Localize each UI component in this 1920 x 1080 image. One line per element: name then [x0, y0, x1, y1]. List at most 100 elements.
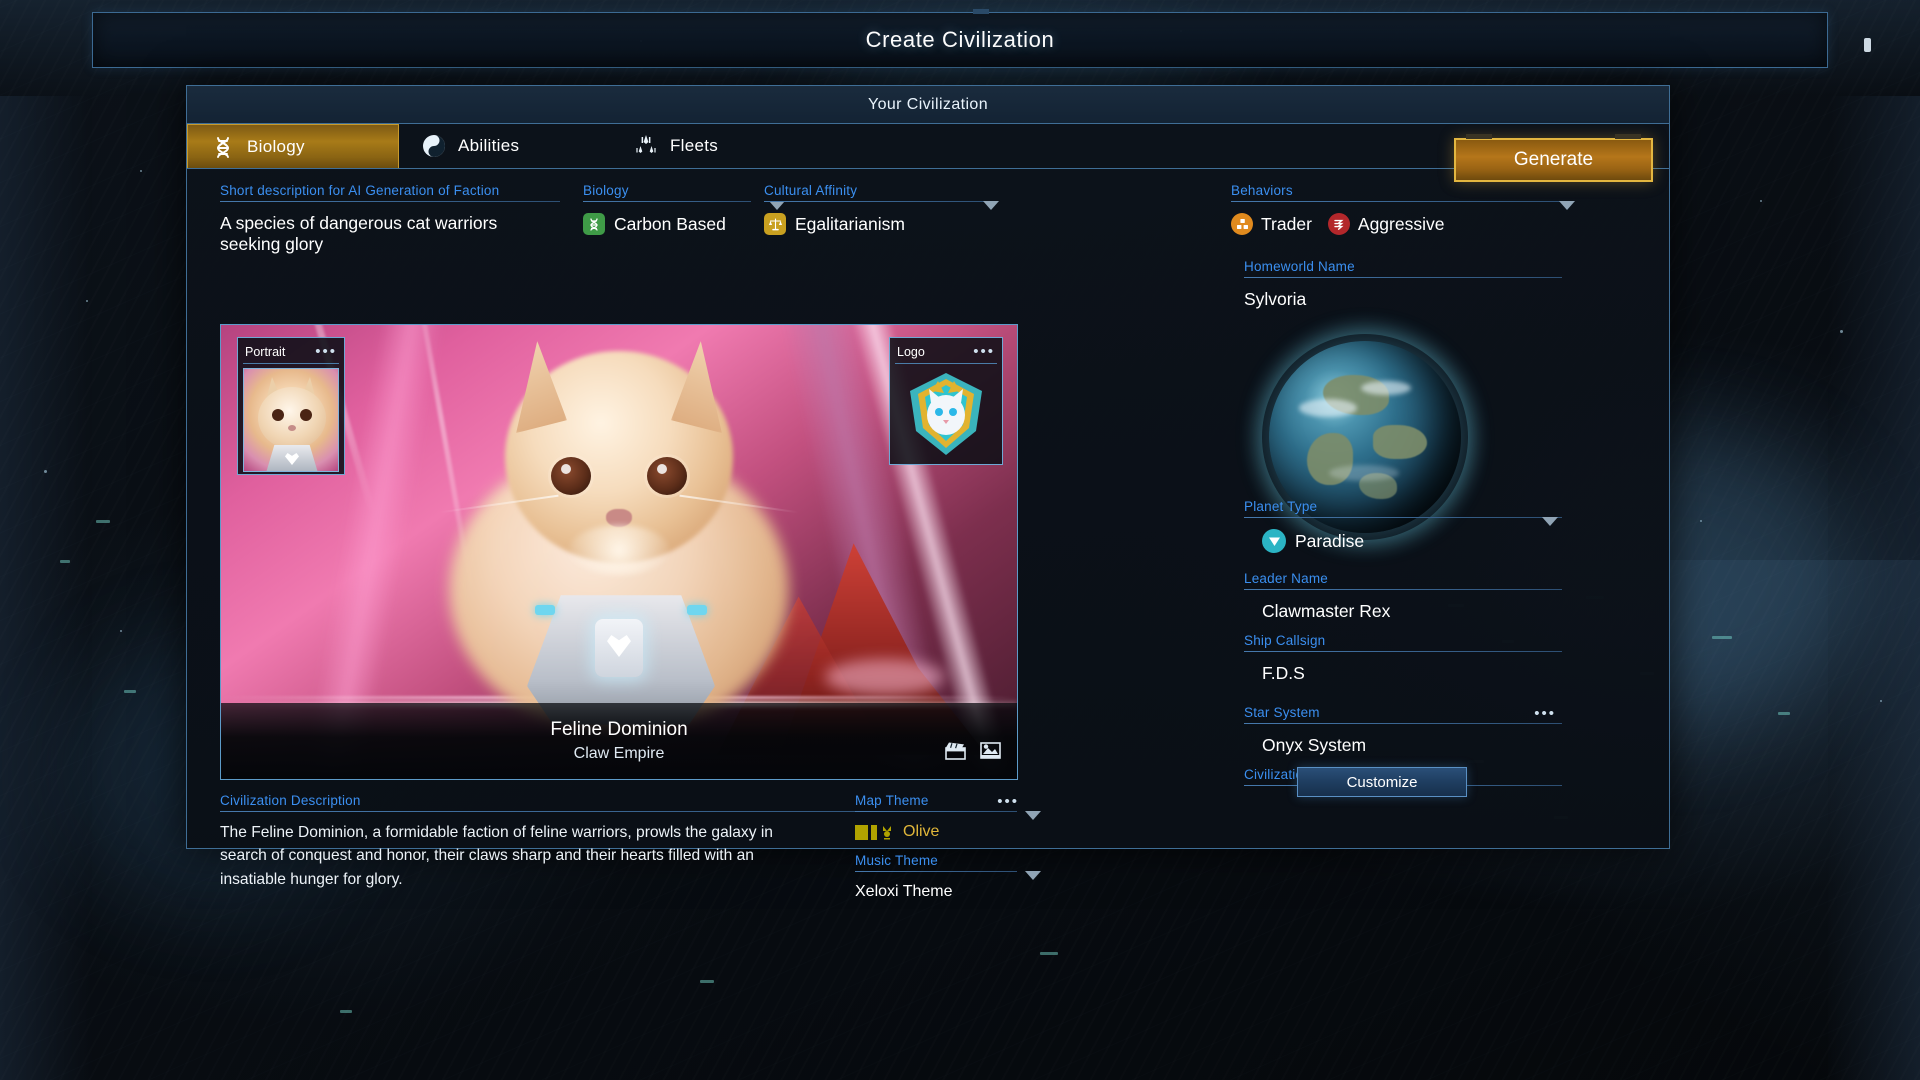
generate-nub-left: [1466, 134, 1492, 139]
civilization-description-value[interactable]: The Feline Dominion, a formidable factio…: [220, 812, 820, 891]
page-title: Create Civilization: [865, 27, 1055, 52]
planet-type-value[interactable]: Paradise: [1244, 518, 1562, 553]
window-header: Your Civilization: [187, 86, 1669, 124]
music-theme-value[interactable]: Xeloxi Theme: [855, 872, 1017, 901]
field-civilization-description: Civilization Description The Feline Domi…: [220, 793, 1010, 891]
planet-type-chevron-down-icon[interactable]: [1542, 517, 1558, 526]
star-system-more-options-icon[interactable]: •••: [1534, 705, 1556, 722]
portrait-card-title: Portrait: [245, 344, 286, 359]
cultural-affinity-value[interactable]: Egalitarianism: [764, 202, 989, 235]
behaviors-chevron-down-icon[interactable]: [1559, 201, 1575, 210]
field-star-system: Star System Onyx System •••: [1244, 705, 1562, 756]
map-theme-more-options-icon[interactable]: •••: [997, 793, 1019, 810]
bg-left-pillar: [0, 96, 92, 1080]
star-system-label: Star System: [1244, 705, 1320, 720]
behaviors-value[interactable]: Trader Aggressive: [1231, 202, 1563, 235]
dna-badge-icon: [583, 213, 605, 235]
logo-card[interactable]: Logo •••: [889, 337, 1003, 465]
tab-biology[interactable]: Biology: [187, 124, 399, 168]
map-theme-chevron-down-icon[interactable]: [1025, 811, 1041, 820]
ship-callsign-label: Ship Callsign: [1244, 633, 1326, 648]
planet-type-value-text: Paradise: [1295, 530, 1365, 551]
portrait-more-options-icon[interactable]: •••: [315, 343, 337, 360]
short-description-input[interactable]: A species of dangerous cat warriors seek…: [220, 202, 560, 255]
cultural-affinity-label: Cultural Affinity: [764, 183, 858, 198]
dna-icon: [210, 134, 236, 160]
bg-right-pillar: [1828, 96, 1920, 1080]
faction-logo-emblem: [895, 366, 997, 462]
portrait-card[interactable]: Portrait •••: [237, 337, 345, 475]
faction-caption-bar: Feline Dominion Claw Empire: [221, 703, 1017, 779]
field-behaviors: Behaviors Trader Aggressive: [1231, 183, 1575, 235]
faction-art-panel[interactable]: Portrait ••• Logo ••• Feline Dominion Cl…: [220, 324, 1018, 780]
ship-callsign-value[interactable]: F.D.S: [1244, 652, 1562, 684]
behaviors-label: Behaviors: [1231, 183, 1293, 198]
map-theme-value-text: Olive: [903, 823, 940, 840]
leader-name-value[interactable]: Clawmaster Rex: [1244, 590, 1562, 622]
homeworld-name-text: Sylvoria: [1244, 289, 1307, 309]
planet-type-label: Planet Type: [1244, 499, 1318, 514]
video-clapper-icon[interactable]: [945, 741, 966, 765]
image-picture-icon[interactable]: [980, 741, 1001, 765]
behavior-trader[interactable]: Trader: [1231, 213, 1312, 235]
fleet-icon: [633, 133, 659, 159]
behavior-trader-label: Trader: [1261, 213, 1312, 234]
field-ship-callsign: Ship Callsign F.D.S: [1244, 633, 1562, 684]
field-map-theme: Map Theme Olive •••: [855, 793, 1041, 841]
logo-more-options-icon[interactable]: •••: [973, 343, 995, 360]
homeworld-name-label: Homeworld Name: [1244, 259, 1355, 274]
portrait-card-header: Portrait •••: [243, 343, 339, 360]
behavior-aggressive-label: Aggressive: [1357, 213, 1445, 234]
map-theme-value[interactable]: Olive: [855, 812, 1017, 841]
biology-value[interactable]: Carbon Based: [583, 202, 751, 235]
right-column: Behaviors Trader Aggressive Homeworld Na…: [1209, 169, 1669, 848]
biology-value-text: Carbon Based: [614, 213, 726, 234]
field-music-theme: Music Theme Xeloxi Theme: [855, 853, 1041, 901]
cultural-affinity-chevron-down-icon[interactable]: [983, 201, 999, 210]
customize-button[interactable]: Customize: [1297, 767, 1467, 797]
trader-badge-icon: [1231, 213, 1253, 235]
logo-card-title: Logo: [897, 344, 925, 359]
art-action-icons: [945, 741, 1001, 765]
field-biology: Biology Carbon Based: [583, 183, 785, 235]
field-homeworld-name: Homeworld Name Sylvoria: [1244, 259, 1562, 310]
portrait-thumbnail: [243, 368, 339, 472]
tab-abilities[interactable]: Abilities: [399, 124, 611, 168]
civilization-description-label: Civilization Description: [220, 793, 361, 808]
paradise-badge-icon: [1262, 529, 1286, 553]
scales-badge-icon: [764, 213, 786, 235]
app-title-bar: Create Civilization: [92, 9, 1828, 68]
create-civilization-window: Your Civilization Biology Abilities Flee…: [186, 85, 1670, 900]
field-cultural-affinity: Cultural Affinity Egalitarianism: [764, 183, 999, 235]
titlebar-indicator: [1864, 38, 1871, 52]
tab-biology-label: Biology: [247, 136, 305, 156]
homeworld-name-value[interactable]: Sylvoria: [1244, 278, 1562, 310]
behavior-aggressive[interactable]: Aggressive: [1327, 213, 1445, 235]
leader-name-label: Leader Name: [1244, 571, 1328, 586]
map-theme-swatch-icon: [855, 824, 894, 840]
field-leader-name: Leader Name Clawmaster Rex: [1244, 571, 1562, 622]
customize-button-label: Customize: [1346, 773, 1418, 791]
aggressive-badge-icon: [1327, 213, 1350, 235]
music-theme-chevron-down-icon[interactable]: [1025, 871, 1041, 880]
tab-abilities-label: Abilities: [458, 136, 520, 155]
map-theme-label: Map Theme: [855, 793, 929, 808]
left-column: Short description for AI Generation of F…: [187, 169, 1209, 900]
faction-subtitle: Claw Empire: [573, 745, 665, 762]
faction-portrait-art: [409, 333, 829, 735]
music-theme-label: Music Theme: [855, 853, 938, 868]
generate-nub-right: [1615, 134, 1641, 139]
tab-fleets-label: Fleets: [670, 136, 719, 155]
cultural-affinity-value-text: Egalitarianism: [795, 213, 905, 234]
window-body: Short description for AI Generation of F…: [187, 169, 1669, 900]
titlebar-nub: [973, 9, 989, 14]
star-system-value[interactable]: Onyx System: [1244, 724, 1562, 756]
generate-button-label: Generate: [1513, 149, 1594, 170]
faction-name: Feline Dominion: [550, 719, 688, 740]
logo-card-header: Logo •••: [895, 343, 997, 360]
biology-label: Biology: [583, 183, 629, 198]
field-short-description: Short description for AI Generation of F…: [220, 183, 560, 255]
short-description-label: Short description for AI Generation of F…: [220, 183, 500, 198]
tab-bar: Biology Abilities Fleets Generate: [187, 124, 1669, 182]
tab-fleets[interactable]: Fleets: [611, 124, 823, 168]
